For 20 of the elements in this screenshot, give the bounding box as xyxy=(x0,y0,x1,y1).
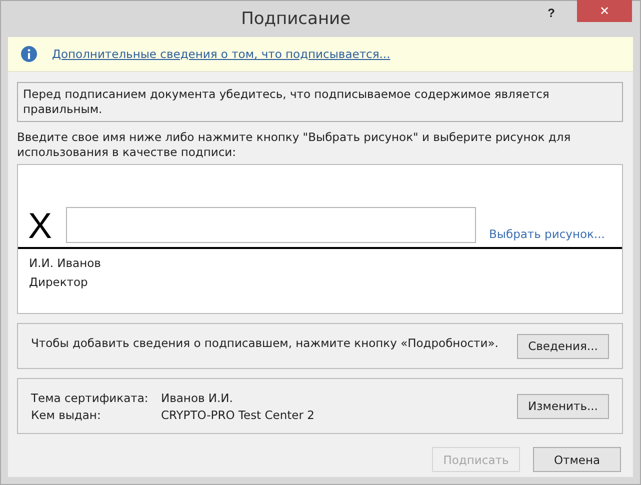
field-value: Иванов И.И. xyxy=(161,390,234,404)
field-label: Тема сертификата: xyxy=(31,390,150,404)
field-label: Кем выдан: xyxy=(31,408,102,422)
change-button[interactable]: Изменить... xyxy=(517,394,609,418)
notice-text: Перед подписанием документа убедитесь, что подписываемое содержимое является правильным. xyxy=(17,82,623,122)
signer-text: И.И. Иванов xyxy=(28,255,102,272)
close-button[interactable]: ✕ xyxy=(577,0,632,22)
signature-x-mark: X xyxy=(28,209,52,243)
help-button[interactable]: ? xyxy=(544,6,559,20)
field-value: CRYPTO-PRO Test Center 2 xyxy=(161,408,314,422)
dialog-button[interactable]: Отмена xyxy=(533,447,621,472)
select-image-link[interactable]: Выбрать рисунок... xyxy=(489,227,605,241)
details-button[interactable]: Сведения... xyxy=(517,334,609,358)
window-title: Подписание xyxy=(240,8,352,31)
signature-input-field[interactable] xyxy=(66,207,476,243)
details-text: Чтобы добавить сведения о подписавшем, нажмите кнопку «Подробности». xyxy=(31,336,498,350)
info-link[interactable]: Дополнительные сведения о том, что подписывается... xyxy=(52,47,390,61)
info-icon xyxy=(21,46,37,62)
signer-text: Директор xyxy=(28,274,89,291)
instruction-text: Введите свое имя ниже либо нажмите кнопку "Выбрать рисунок" и выберите рисунок для использования в качестве подписи: xyxy=(17,130,572,160)
